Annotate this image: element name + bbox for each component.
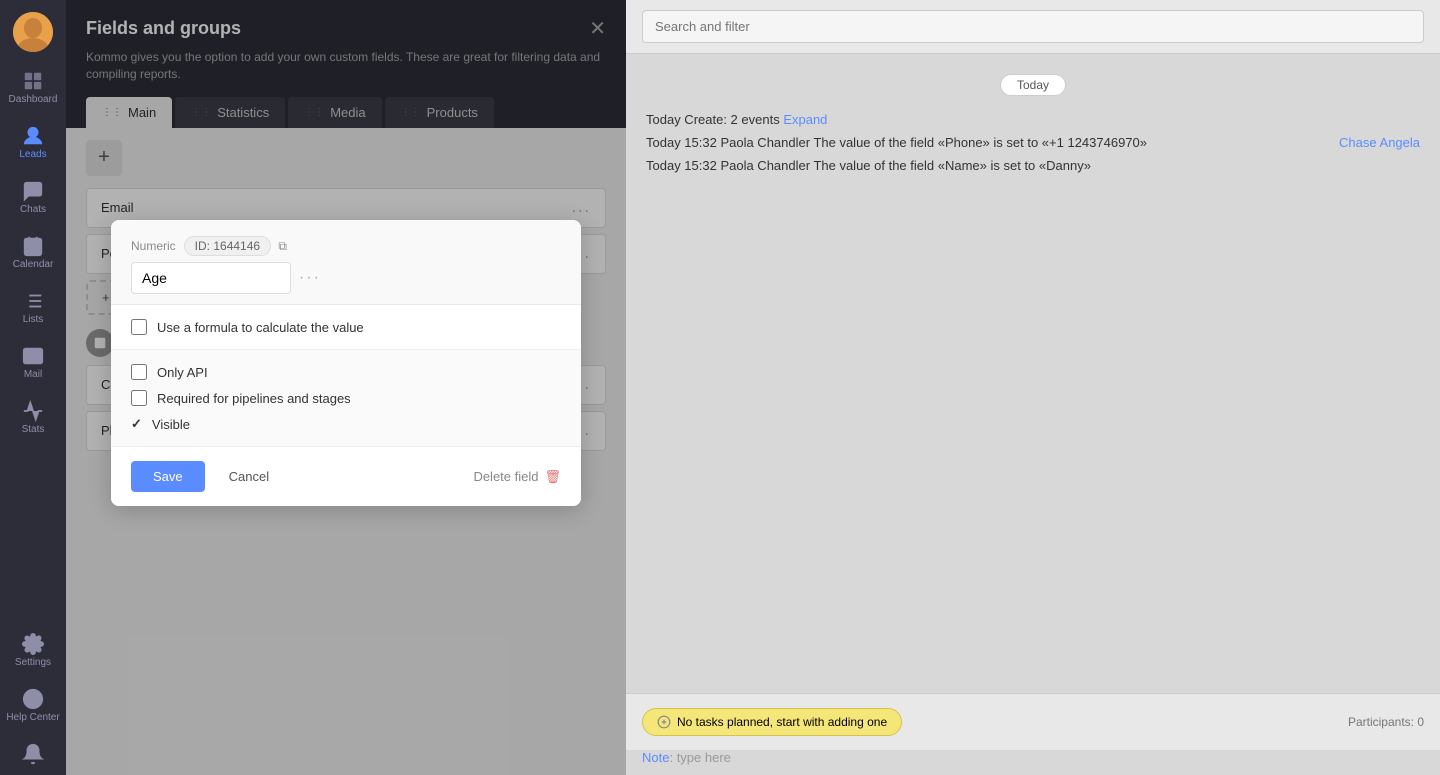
field-name-input[interactable]	[131, 262, 291, 294]
today-pill: Today	[646, 74, 1420, 96]
search-input[interactable]	[642, 10, 1424, 43]
required-pipelines-checkbox[interactable]	[131, 390, 147, 406]
sidebar-item-stats[interactable]: Stats	[0, 390, 66, 445]
formula-checkbox-label[interactable]: Use a formula to calculate the value	[131, 319, 561, 335]
activity-item-0: Today Create: 2 events Expand	[646, 112, 1420, 127]
field-edit-modal: Numeric ID: 1644146 ⧉ ··· Use a formula …	[111, 220, 581, 506]
delete-label-text: Delete field	[473, 469, 538, 484]
modal-overlay: Numeric ID: 1644146 ⧉ ··· Use a formula …	[66, 0, 626, 775]
modal-field-type-row: Numeric ID: 1644146 ⧉	[131, 236, 561, 256]
sidebar-item-chats[interactable]: Chats	[0, 170, 66, 225]
expand-link[interactable]: Expand	[783, 112, 827, 127]
sidebar-item-bell[interactable]	[0, 733, 66, 775]
copy-id-icon[interactable]: ⧉	[278, 239, 287, 253]
activity-text-2: Today 15:32 Paola Chandler The value of …	[646, 158, 1091, 173]
fields-panel: Fields and groups ✕ Kommo gives you the …	[66, 0, 626, 775]
sidebar-item-help[interactable]: Help Center	[0, 678, 66, 733]
modal-field-type-label: Numeric	[131, 239, 176, 253]
only-api-label: Only API	[157, 365, 208, 380]
sidebar-item-settings[interactable]: Settings	[0, 623, 66, 678]
sidebar-help-label: Help Center	[6, 712, 59, 723]
field-name-dots: ···	[299, 269, 321, 287]
task-btn-label: No tasks planned, start with adding one	[677, 715, 887, 729]
today-label: Today	[1000, 74, 1066, 96]
formula-label-text: Use a formula to calculate the value	[157, 320, 364, 335]
field-id-badge: ID: 1644146	[184, 236, 271, 256]
activity-item-1: Today 15:32 Paola Chandler The value of …	[646, 135, 1420, 150]
sidebar-item-mail[interactable]: Mail	[0, 335, 66, 390]
only-api-checkbox[interactable]	[131, 364, 147, 380]
modal-option-only-api: Only API	[131, 364, 561, 380]
bottom-bar: No tasks planned, start with adding one …	[626, 693, 1440, 750]
delete-trash-icon: 🗑	[544, 469, 561, 485]
activity-text-0: Today Create: 2 events Expand	[646, 112, 827, 127]
activity-item-2: Today 15:32 Paola Chandler The value of …	[646, 158, 1420, 173]
sidebar-mail-label: Mail	[24, 369, 42, 380]
task-icon	[657, 715, 671, 729]
field-id-wrapper: ID: 1644146 ⧉	[184, 236, 287, 256]
formula-checkbox[interactable]	[131, 319, 147, 335]
activity-feed: Today Today Create: 2 events Expand Toda…	[626, 54, 1440, 693]
activity-text-1: Today 15:32 Paola Chandler The value of …	[646, 135, 1147, 150]
chase-angela-link-1[interactable]: Chase Angela	[1339, 135, 1420, 150]
sidebar-calendar-label: Calendar	[13, 259, 54, 270]
sidebar-lists-label: Lists	[23, 314, 44, 325]
required-pipelines-label: Required for pipelines and stages	[157, 391, 351, 406]
participants-label: Participants: 0	[1348, 715, 1424, 729]
modal-top-section: Numeric ID: 1644146 ⧉ ···	[111, 220, 581, 305]
right-panel: Today Today Create: 2 events Expand Toda…	[626, 0, 1440, 775]
sidebar-chats-label: Chats	[20, 204, 46, 215]
cancel-button[interactable]: Cancel	[215, 461, 283, 492]
sidebar-item-calendar[interactable]: Calendar	[0, 225, 66, 280]
delete-field-button[interactable]: Delete field 🗑	[473, 469, 561, 485]
formula-section: Use a formula to calculate the value	[111, 305, 581, 350]
note-placeholder: : type here	[669, 750, 730, 765]
note-area: Note: type here	[626, 750, 1440, 775]
note-link[interactable]: Note	[642, 750, 669, 765]
sidebar-dashboard-label: Dashboard	[9, 94, 58, 105]
sidebar-item-dashboard[interactable]: Dashboard	[0, 60, 66, 115]
modal-option-visible: ✓ Visible	[131, 416, 561, 432]
avatar[interactable]	[13, 12, 53, 52]
add-task-button[interactable]: No tasks planned, start with adding one	[642, 708, 902, 736]
visible-label: Visible	[152, 417, 190, 432]
sidebar: Dashboard Leads Chats Calendar Lists Mai…	[0, 0, 66, 775]
modal-footer: Save Cancel Delete field 🗑	[111, 446, 581, 506]
modal-options-section: Only API Required for pipelines and stag…	[111, 350, 581, 446]
save-button[interactable]: Save	[131, 461, 205, 492]
modal-name-row: ···	[131, 262, 561, 294]
sidebar-settings-label: Settings	[15, 657, 51, 668]
sidebar-stats-label: Stats	[22, 424, 45, 435]
sidebar-item-leads[interactable]: Leads	[0, 115, 66, 170]
modal-option-required-pipelines: Required for pipelines and stages	[131, 390, 561, 406]
visible-checkmark: ✓	[131, 416, 142, 432]
sidebar-item-lists[interactable]: Lists	[0, 280, 66, 335]
right-header	[626, 0, 1440, 54]
sidebar-leads-label: Leads	[19, 149, 46, 160]
